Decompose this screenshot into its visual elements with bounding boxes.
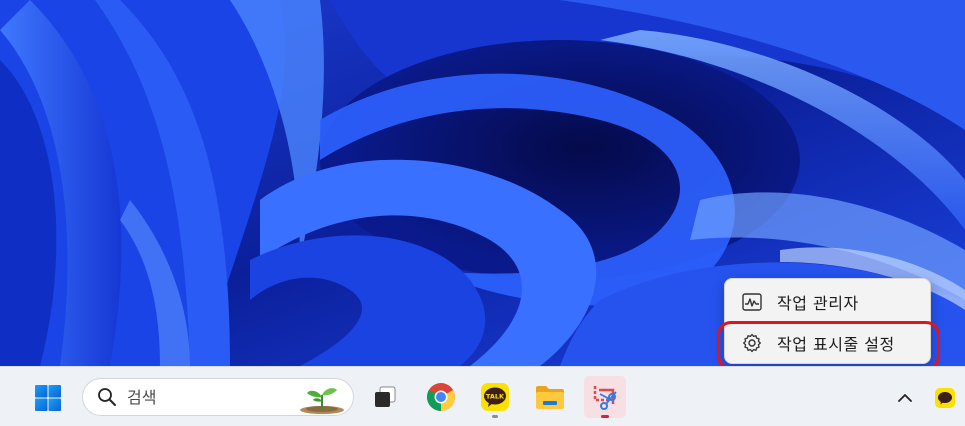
search-highlight-sprout-icon [300,388,344,414]
snipping-tool-icon [593,386,617,410]
taskbar-app-file-explorer[interactable] [529,376,571,418]
taskbar: TALK [0,366,965,426]
search-icon [97,387,117,407]
tray-kakaotalk[interactable] [932,385,958,411]
running-indicator [492,415,498,418]
gear-icon [741,332,763,354]
folder-icon [536,386,564,409]
menu-item-label: 작업 표시줄 설정 [777,335,895,354]
kakaotalk-badge-text: TALK [486,393,505,401]
taskbar-app-kakaotalk[interactable]: TALK [474,376,516,418]
windows-logo-icon [35,385,61,411]
search-box[interactable] [82,378,354,416]
search-input[interactable] [127,387,277,407]
taskbar-app-task-view[interactable] [364,376,406,418]
menu-item-taskbar-settings[interactable]: 작업 표시줄 설정 [729,325,926,361]
taskbar-app-chrome[interactable] [420,376,462,418]
task-view-icon [375,386,396,407]
menu-item-task-manager[interactable]: 작업 관리자 [729,284,926,320]
kakaotalk-icon: TALK [481,383,509,411]
chrome-icon [427,383,455,411]
taskbar-app-snipping-tool[interactable] [584,376,626,418]
kakao-chat-icon [935,388,955,408]
show-hidden-icons-button[interactable] [890,383,920,413]
taskbar-context-menu: 작업 관리자 작업 표시줄 설정 [724,278,931,364]
menu-item-label: 작업 관리자 [777,294,859,313]
task-manager-icon [741,291,763,313]
start-button[interactable] [30,380,66,416]
running-indicator [601,415,609,418]
chevron-up-icon [898,394,912,402]
